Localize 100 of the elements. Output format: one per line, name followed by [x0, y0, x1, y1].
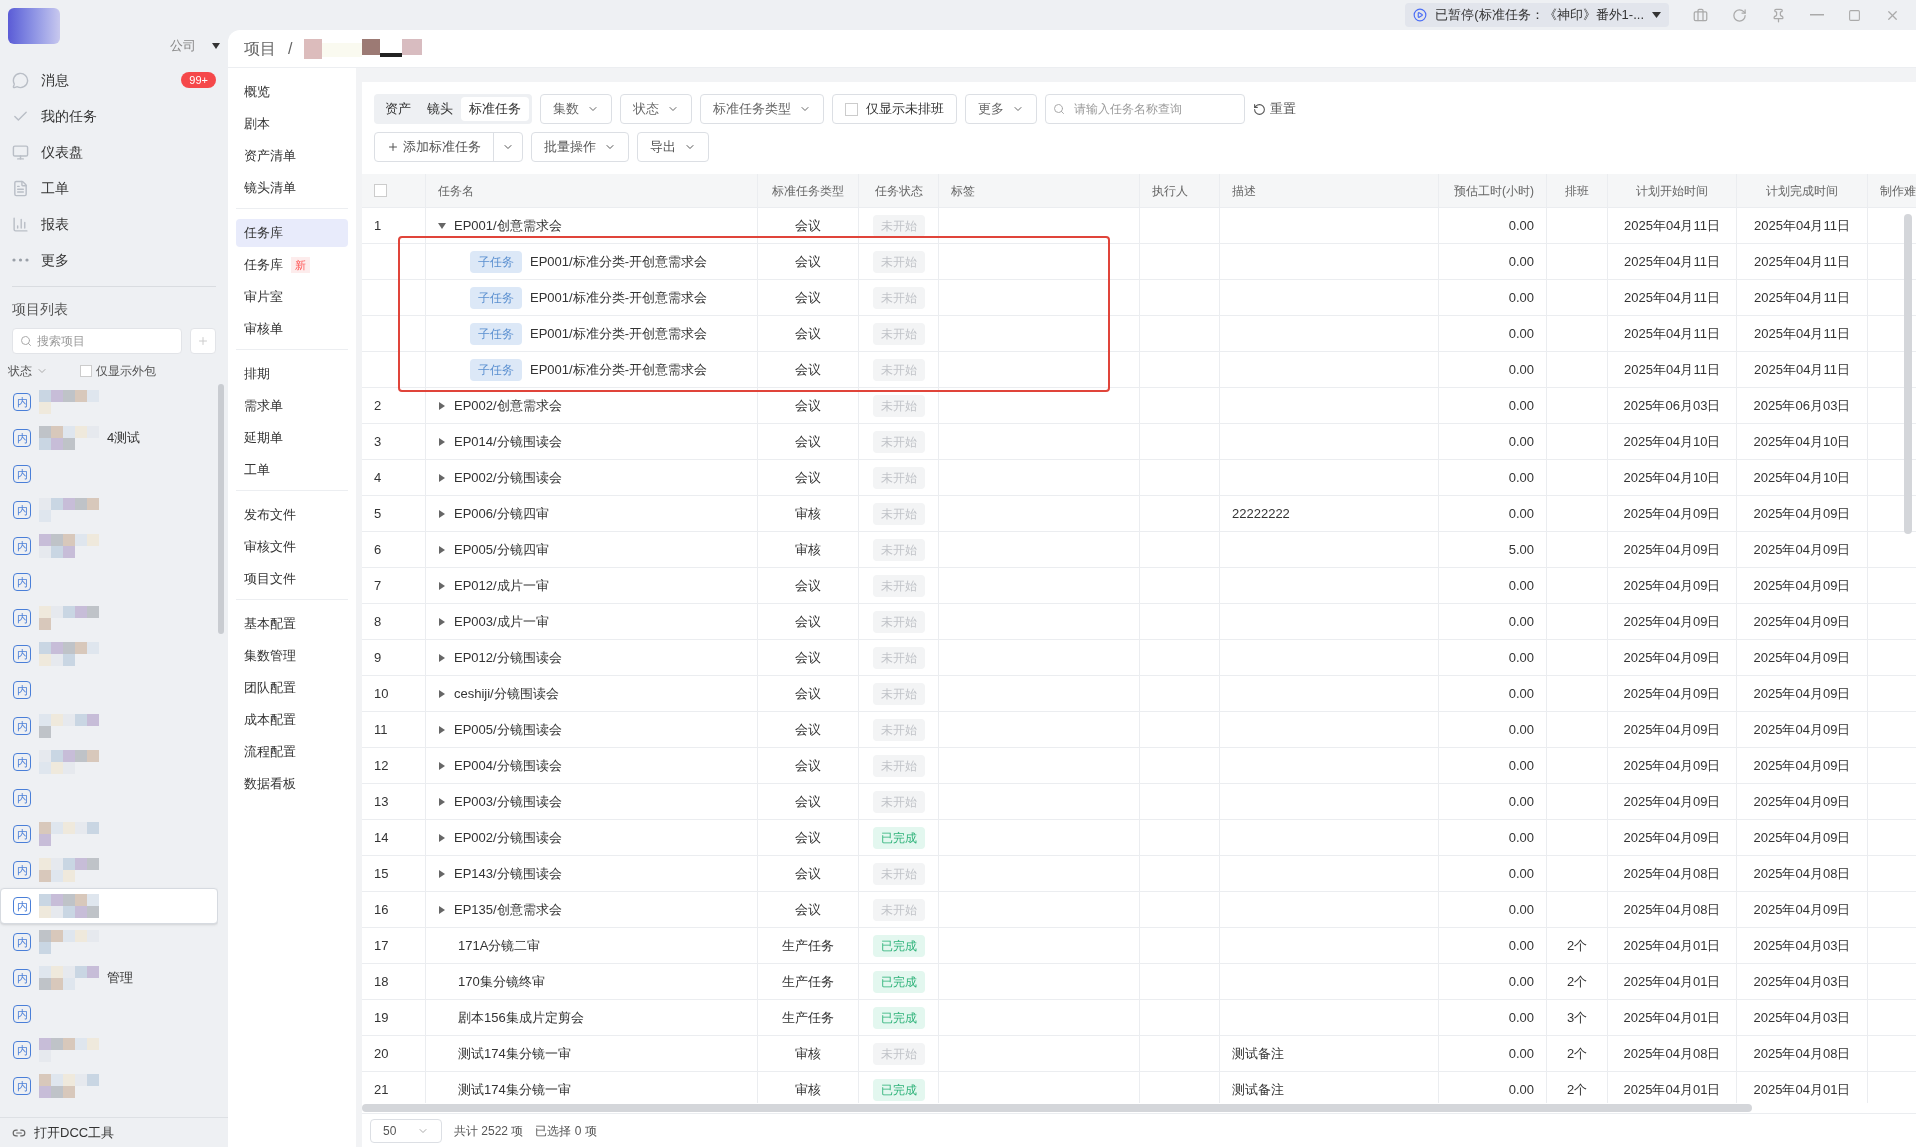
expanded-caret-icon[interactable] [438, 221, 446, 230]
subnav-item[interactable]: 团队配置 [236, 674, 348, 702]
subnav-item[interactable]: 审核单 [236, 315, 348, 343]
collapsed-caret-icon[interactable] [438, 689, 446, 698]
view-tab[interactable]: 资产 [377, 97, 419, 121]
nav-item[interactable]: 报表 [0, 206, 228, 242]
task-name[interactable]: 170集分镜终审 [454, 971, 545, 992]
project-item[interactable]: 内 [0, 456, 218, 492]
project-item[interactable]: 内 [0, 672, 218, 708]
column-header[interactable]: 标准任务类型 [758, 174, 859, 208]
subnav-item[interactable]: 延期单 [236, 424, 348, 452]
project-item[interactable]: 内 [0, 888, 218, 924]
collapsed-caret-icon[interactable] [438, 905, 446, 914]
column-header[interactable]: 任务状态 [859, 174, 939, 208]
task-name[interactable]: EP135/创意需求会 [454, 899, 562, 920]
column-header[interactable]: 排班 [1547, 174, 1608, 208]
nav-item[interactable]: 工单 [0, 170, 228, 206]
task-name[interactable]: 测试174集分镜一审 [454, 1043, 571, 1064]
collapsed-caret-icon[interactable] [438, 617, 446, 626]
filter-dropdown[interactable]: 集数 [540, 94, 612, 124]
collapsed-caret-icon[interactable] [438, 725, 446, 734]
page-size-select[interactable]: 50 [370, 1118, 442, 1143]
reset-button[interactable]: 重置 [1253, 99, 1296, 119]
task-name[interactable]: EP005/分镜四审 [454, 539, 549, 560]
checkbox[interactable] [80, 365, 92, 377]
filter-dropdown[interactable]: 状态 [620, 94, 692, 124]
task-name[interactable]: EP001/标准分类-开创意需求会 [530, 323, 707, 344]
task-name[interactable]: EP005/分镜围读会 [454, 719, 562, 740]
nav-item[interactable]: 消息 99+ [0, 62, 228, 98]
project-item[interactable]: 内 [0, 528, 218, 564]
subnav-item[interactable]: 审核文件 [236, 533, 348, 561]
collapsed-caret-icon[interactable] [438, 833, 446, 842]
scrollbar[interactable] [1904, 214, 1912, 534]
collapsed-caret-icon[interactable] [438, 581, 446, 590]
project-item[interactable]: 内 [0, 636, 218, 672]
subnav-item[interactable]: 审片室 [236, 283, 348, 311]
task-status-pill[interactable]: 已暂停(标准任务：《神印》番外1-... [1405, 3, 1669, 27]
task-name[interactable]: 171A分镜二审 [454, 935, 541, 956]
subnav-item[interactable]: 流程配置 [236, 738, 348, 766]
project-search-field[interactable]: 搜索项目 [12, 328, 182, 354]
nav-item[interactable]: 我的任务 [0, 98, 228, 134]
column-header[interactable]: 执行人 [1140, 174, 1220, 208]
breadcrumb-link[interactable]: 项目 [244, 36, 276, 61]
view-tab[interactable]: 镜头 [419, 97, 461, 121]
task-name[interactable]: ceshiji/分镜围读会 [454, 683, 559, 704]
nav-item[interactable]: 仪表盘 [0, 134, 228, 170]
project-item[interactable]: 内 [0, 600, 218, 636]
subnav-item[interactable]: 工单 [236, 456, 348, 484]
subnav-item[interactable]: 排期 [236, 360, 348, 388]
task-name[interactable]: EP004/分镜围读会 [454, 755, 562, 776]
task-name[interactable]: EP002/分镜围读会 [454, 467, 562, 488]
task-name[interactable]: 测试174集分镜一审 [454, 1079, 571, 1100]
subnav-item[interactable]: 镜头清单 [236, 174, 348, 202]
task-name[interactable]: EP002/分镜围读会 [454, 827, 562, 848]
status-filter[interactable]: 状态 [8, 362, 48, 380]
column-header[interactable]: 预估工时(小时) [1439, 174, 1547, 208]
view-tab[interactable]: 标准任务 [461, 97, 529, 121]
subnav-item[interactable]: 任务库 新 [236, 251, 348, 279]
task-name[interactable]: EP001/标准分类-开创意需求会 [530, 359, 707, 380]
scrollbar[interactable] [218, 384, 224, 634]
collapsed-caret-icon[interactable] [438, 473, 446, 482]
project-item[interactable]: 内 [0, 924, 218, 960]
task-name[interactable]: EP143/分镜围读会 [454, 863, 562, 884]
scrollbar[interactable] [362, 1104, 1752, 1112]
project-item[interactable]: 内 [0, 996, 218, 1032]
subnav-item[interactable]: 成本配置 [236, 706, 348, 734]
subnav-item[interactable]: 项目文件 [236, 565, 348, 593]
export-dropdown[interactable]: 导出 [637, 132, 709, 162]
task-name[interactable]: EP002/创意需求会 [454, 395, 562, 416]
collapsed-caret-icon[interactable] [438, 653, 446, 662]
task-name[interactable]: EP012/分镜围读会 [454, 647, 562, 668]
subnav-item[interactable]: 资产清单 [236, 142, 348, 170]
column-header[interactable]: 计划开始时间 [1608, 174, 1737, 208]
subnav-item[interactable]: 发布文件 [236, 501, 348, 529]
subnav-item[interactable]: 数据看板 [236, 770, 348, 798]
nav-item[interactable]: 更多 [0, 242, 228, 278]
dcc-tool-button[interactable]: 打开DCC工具 [0, 1117, 228, 1147]
collapsed-caret-icon[interactable] [438, 761, 446, 770]
collapsed-caret-icon[interactable] [438, 509, 446, 518]
project-item[interactable]: 内 [0, 708, 218, 744]
batch-dropdown[interactable]: 批量操作 [531, 132, 629, 162]
subnav-item[interactable]: 剧本 [236, 110, 348, 138]
project-item[interactable]: 内 [0, 816, 218, 852]
task-name[interactable]: EP014/分镜围读会 [454, 431, 562, 452]
subnav-item[interactable]: 集数管理 [236, 642, 348, 670]
task-name[interactable]: EP001/创意需求会 [454, 215, 562, 236]
column-header[interactable]: 任务名 [426, 174, 758, 208]
project-item[interactable]: 内 [0, 852, 218, 888]
task-name[interactable]: 剧本156集成片定剪会 [454, 1007, 584, 1028]
column-header[interactable]: 制作难 [1868, 174, 1916, 208]
project-item[interactable]: 内 [0, 492, 218, 528]
subnav-item[interactable]: 基本配置 [236, 610, 348, 638]
task-name[interactable]: EP003/分镜围读会 [454, 791, 562, 812]
select-all-checkbox[interactable] [374, 184, 387, 197]
project-item[interactable]: 内 [0, 1032, 218, 1068]
project-item[interactable]: 内 管理 [0, 960, 218, 996]
subnav-item[interactable]: 任务库 [236, 219, 348, 247]
column-header[interactable]: 计划完成时间 [1737, 174, 1868, 208]
task-name[interactable]: EP003/成片一审 [454, 611, 549, 632]
task-name[interactable]: EP001/标准分类-开创意需求会 [530, 251, 707, 272]
